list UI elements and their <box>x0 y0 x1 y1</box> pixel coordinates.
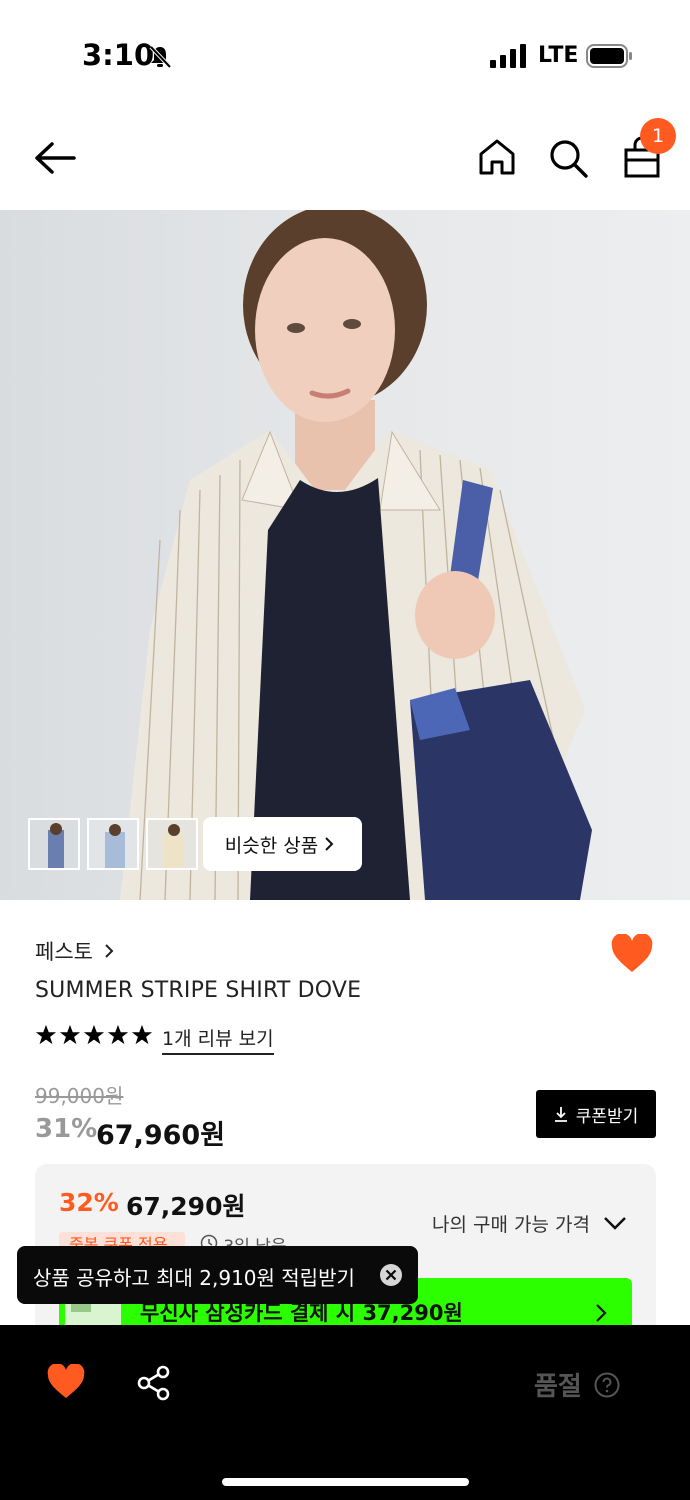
chevron-right-icon <box>596 1304 607 1322</box>
discount-rate: 31% <box>35 1114 98 1144</box>
home-indicator <box>222 1478 469 1486</box>
star-icon <box>59 1024 81 1045</box>
best-price-label: 나의 구매 가능 가격 <box>432 1214 590 1236</box>
search-icon[interactable] <box>546 136 590 180</box>
chevron-right-icon <box>325 837 334 851</box>
thumbnail-2[interactable] <box>87 818 139 870</box>
status-time: 3:10 <box>82 38 155 72</box>
bottom-action-bar <box>0 1325 690 1500</box>
heart-icon[interactable] <box>46 1364 86 1400</box>
cart-count-badge: 1 <box>640 118 676 154</box>
toast-text: 상품 공유하고 최대 2,910원 적립받기 <box>33 1266 355 1290</box>
download-icon <box>554 1107 567 1122</box>
share-reward-toast: 상품 공유하고 최대 2,910원 적립받기 <box>17 1246 418 1304</box>
network-type: LTE <box>538 43 579 68</box>
similar-products-label: 비슷한 상품 <box>224 834 319 857</box>
star-icon <box>35 1024 57 1045</box>
home-icon[interactable] <box>476 136 518 178</box>
battery-icon <box>586 44 632 68</box>
thumbnail-3[interactable] <box>146 818 198 870</box>
bell-off-icon <box>149 45 172 69</box>
product-image[interactable] <box>0 210 690 900</box>
original-price: 99,000원 <box>35 1084 124 1108</box>
share-icon[interactable] <box>136 1364 172 1402</box>
help-icon[interactable] <box>594 1372 620 1398</box>
star-icon <box>107 1024 129 1045</box>
best-price: 67,290원 <box>126 1192 246 1221</box>
thumbnail-1[interactable] <box>28 818 80 870</box>
close-icon[interactable] <box>379 1263 403 1287</box>
best-discount-rate: 32% <box>59 1188 119 1217</box>
rating-stars <box>35 1024 153 1050</box>
coupon-label: 쿠폰받기 <box>575 1106 639 1127</box>
star-icon <box>131 1024 153 1045</box>
coupon-button[interactable]: 쿠폰받기 <box>536 1090 656 1138</box>
review-link[interactable]: 1개 리뷰 보기 <box>162 1024 274 1055</box>
heart-icon[interactable] <box>610 934 654 974</box>
signal-icon <box>490 44 526 68</box>
sale-price: 67,960원 <box>96 1120 226 1151</box>
similar-products-button[interactable]: 비슷한 상품 <box>203 817 362 871</box>
sold-out-label: 품절 <box>534 1372 582 1402</box>
chevron-down-icon[interactable] <box>602 1214 628 1232</box>
product-photo <box>120 210 592 900</box>
brand-link[interactable]: 페스토 <box>35 936 120 966</box>
star-icon <box>83 1024 105 1045</box>
brand-name: 페스토 <box>35 940 93 964</box>
back-arrow-icon[interactable] <box>30 138 80 178</box>
product-title: SUMMER STRIPE SHIRT DOVE <box>35 978 362 1003</box>
chevron-right-icon <box>104 944 114 958</box>
